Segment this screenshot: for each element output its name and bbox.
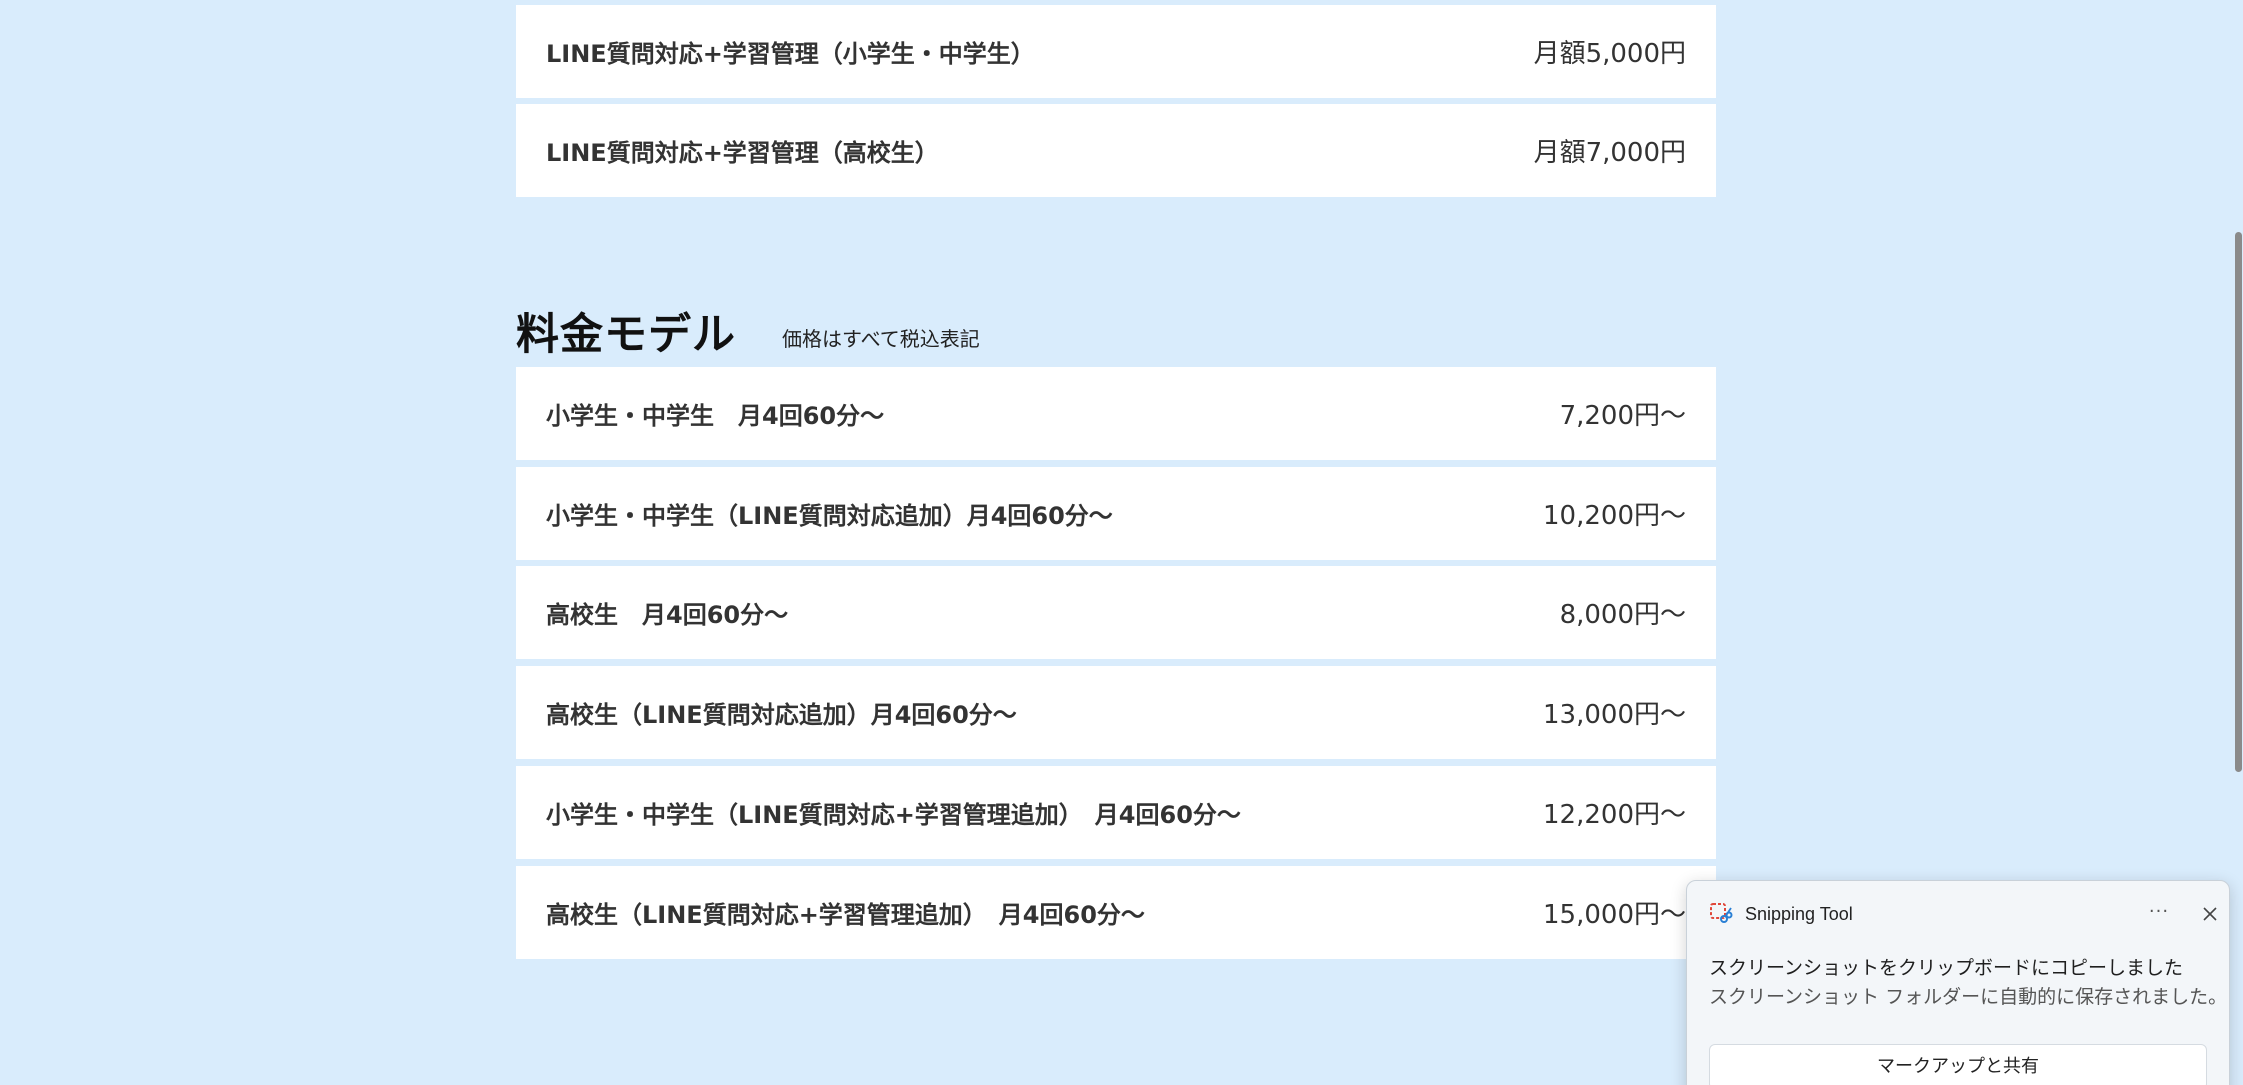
vertical-scrollbar[interactable]: [2234, 0, 2243, 1085]
price-row-label: 小学生・中学生（LINE質問対応追加）月4回60分～: [546, 502, 1113, 530]
price-row-label: 小学生・中学生 月4回60分～: [546, 402, 885, 430]
close-icon[interactable]: [2195, 899, 2225, 929]
markup-and-share-button[interactable]: マークアップと共有: [1709, 1044, 2207, 1085]
price-row: 小学生・中学生 月4回60分～ 7,200円～: [516, 367, 1716, 460]
price-row-label: 高校生 月4回60分～: [546, 601, 789, 629]
price-row: 高校生 月4回60分～ 8,000円～: [516, 566, 1716, 659]
tax-note: 価格はすべて税込表記: [782, 327, 980, 351]
section-title: 料金モデル: [516, 310, 736, 360]
page: LINE質問対応+学習管理（小学生・中学生） 月額5,000円 LINE質問対応…: [0, 0, 2243, 1085]
plan-price: 月額7,000円: [1533, 138, 1686, 168]
price-row-value: 12,200円～: [1543, 800, 1686, 830]
price-row-label: 高校生（LINE質問対応+学習管理追加） 月4回60分～: [546, 901, 1145, 929]
price-row-value: 15,000円～: [1543, 900, 1686, 930]
plan-label: LINE質問対応+学習管理（小学生・中学生）: [546, 40, 1035, 68]
snipping-tool-notification[interactable]: Snipping Tool ··· スクリーンショットをクリップボードにコピーし…: [1686, 880, 2230, 1085]
price-row-value: 10,200円～: [1543, 501, 1686, 531]
scrollbar-thumb[interactable]: [2235, 232, 2242, 772]
plan-row: LINE質問対応+学習管理（小学生・中学生） 月額5,000円: [516, 5, 1716, 98]
price-row-label: 小学生・中学生（LINE質問対応+学習管理追加） 月4回60分～: [546, 801, 1241, 829]
price-row-value: 8,000円～: [1559, 600, 1686, 630]
notification-app-name: Snipping Tool: [1745, 903, 1853, 924]
price-row-value: 7,200円～: [1559, 401, 1686, 431]
price-row: 高校生（LINE質問対応追加）月4回60分～ 13,000円～: [516, 666, 1716, 759]
pricing-section-header: 料金モデル 価格はすべて税込表記: [516, 310, 980, 360]
price-row: 小学生・中学生（LINE質問対応追加）月4回60分～ 10,200円～: [516, 467, 1716, 560]
notification-header: Snipping Tool ···: [1709, 899, 2217, 929]
plan-price: 月額5,000円: [1533, 39, 1686, 69]
price-row: 小学生・中学生（LINE質問対応+学習管理追加） 月4回60分～ 12,200円…: [516, 766, 1716, 859]
more-options-button[interactable]: ···: [2141, 899, 2177, 929]
notification-message: スクリーンショットをクリップボードにコピーしました: [1709, 957, 2184, 979]
plan-row: LINE質問対応+学習管理（高校生） 月額7,000円: [516, 104, 1716, 197]
price-row-label: 高校生（LINE質問対応追加）月4回60分～: [546, 701, 1017, 729]
notification-submessage: スクリーンショット フォルダーに自動的に保存されました。: [1709, 986, 2228, 1008]
snipping-tool-icon: [1710, 903, 1733, 923]
price-row-value: 13,000円～: [1543, 700, 1686, 730]
plan-label: LINE質問対応+学習管理（高校生）: [546, 139, 939, 167]
price-row: 高校生（LINE質問対応+学習管理追加） 月4回60分～ 15,000円～: [516, 866, 1716, 959]
